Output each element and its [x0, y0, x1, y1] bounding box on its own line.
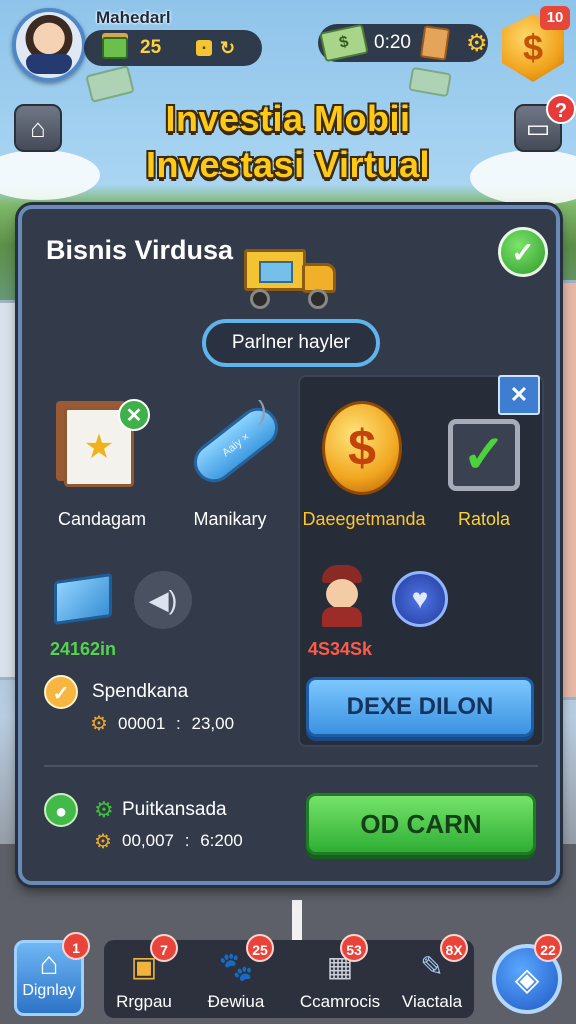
item-manikary[interactable]: Manikary — [178, 509, 282, 530]
green-value: 24162in — [50, 639, 117, 659]
panel-title: Bisnis Virdusa — [46, 235, 234, 265]
nav-badge: 7 — [150, 934, 178, 962]
nav-ccamrocis[interactable]: ▦ Ccamrocis — [294, 946, 386, 1012]
status2-values: 00,007 : 6:200 — [122, 831, 243, 851]
road-lane — [292, 900, 302, 940]
heart-icon[interactable]: ♥ — [392, 571, 448, 627]
usb-icon[interactable]: Aaiy × — [185, 399, 287, 491]
item-daeegetmanda[interactable]: Daeegetmanda — [294, 509, 434, 530]
location-pin-icon: ● — [44, 793, 78, 827]
timer-pill: $ 0:20 ⚙ — [318, 23, 488, 63]
gear-icon: ⚙ — [94, 831, 112, 853]
background-building — [0, 300, 18, 680]
document-icon — [419, 25, 451, 61]
divider — [44, 765, 538, 767]
status1-value-b: 23,00 — [191, 714, 235, 733]
box-icon[interactable] — [54, 572, 112, 626]
status2-separator: : — [184, 831, 190, 850]
money-icon: $ — [319, 23, 369, 63]
deke-dilon-button[interactable]: DEXE DILON — [306, 677, 534, 737]
truck-icon — [244, 249, 338, 313]
speaker-icon[interactable]: ◀) — [134, 571, 192, 629]
cash-pill: 25 ▪ ↻ — [84, 30, 262, 66]
avatar[interactable] — [12, 8, 86, 82]
gear-icon: ⚙ — [94, 797, 114, 822]
status1-label: Spendkana — [92, 681, 189, 702]
nav-badge: 53 — [340, 934, 368, 962]
nav-label: Đewiua — [207, 992, 265, 1011]
partner-button[interactable]: Parlner hayler — [202, 319, 380, 367]
status2-label: Puitkansada — [122, 799, 227, 820]
dollar-coin-icon[interactable]: $ — [322, 401, 402, 495]
nav-badge: 25 — [246, 934, 274, 962]
status1-separator: : — [176, 714, 181, 733]
item-ratola[interactable]: Ratola — [444, 509, 524, 530]
close-icon[interactable]: ✕ — [118, 399, 150, 431]
title-line-1: Investia Mobii — [165, 98, 411, 139]
timer-value: 0:20 — [374, 32, 411, 53]
check-badge-icon: ✓ — [44, 675, 78, 709]
player-name: Mahedarl — [96, 8, 171, 27]
globe-badge: 22 — [534, 934, 562, 962]
red-value: 4S34Sk — [308, 639, 373, 659]
kid-icon — [316, 565, 368, 627]
item-candagam[interactable]: Candagam — [46, 509, 158, 530]
checkbox-icon[interactable]: ✓ — [448, 419, 520, 491]
od-carn-button[interactable]: OD CARN — [306, 793, 536, 855]
floating-bill — [408, 66, 452, 98]
nav-label: Ccamrocis — [299, 992, 381, 1011]
nav-label: Viactala — [401, 992, 463, 1011]
item-label: Ratola — [457, 509, 511, 529]
coin-badge-count: 10 — [540, 6, 570, 30]
close-icon[interactable]: ✕ — [498, 375, 540, 415]
signal-icon: ) — [258, 395, 267, 425]
square-icon: ▪ — [196, 40, 212, 56]
item-label: Candagam — [57, 509, 147, 529]
status2-value-a: 00,007 — [122, 831, 174, 850]
nav-home-badge: 1 — [62, 932, 90, 960]
gear-icon: ⚙ — [90, 713, 108, 735]
nav-home-label: Dignlay — [22, 982, 76, 999]
cash-stack-icon — [102, 37, 128, 59]
item-label: Manikary — [193, 509, 267, 529]
business-panel: Bisnis Virdusa ✓ Parlner hayler ★ ✕ Cand… — [18, 205, 560, 885]
refresh-icon[interactable]: ↻ — [220, 38, 235, 59]
check-icon[interactable]: ✓ — [498, 227, 548, 277]
nav-label: Rrgpau — [116, 992, 172, 1011]
status2-value-b: 6:200 — [200, 831, 243, 850]
status1-values: 00001 : 23,00 — [118, 714, 234, 734]
gear-icon[interactable]: ⚙ — [466, 29, 488, 58]
nav-badge: 8X — [440, 934, 468, 962]
background-building — [558, 280, 576, 700]
cash-value: 25 — [140, 37, 162, 58]
status1-value-a: 00001 — [118, 714, 166, 733]
title-line-2: Investasi Virtual — [146, 144, 430, 185]
item-label: Daeegetmanda — [302, 509, 426, 529]
